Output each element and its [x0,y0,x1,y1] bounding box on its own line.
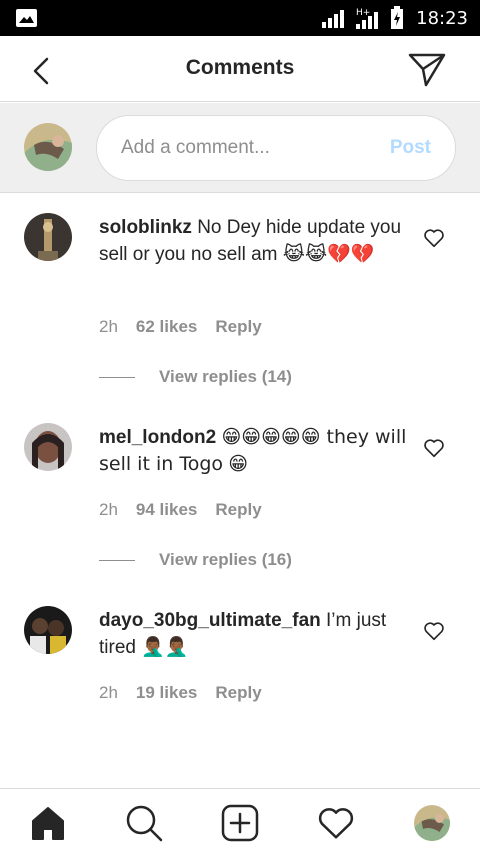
signal-h-plus-icon: H+ [356,8,379,29]
comment-meta: 2h 62 likes Reply [99,317,262,337]
view-replies-button[interactable]: View replies (14) [99,367,292,387]
heart-outline-icon [424,229,444,248]
reply-button[interactable]: Reply [215,317,261,337]
heart-outline-icon [424,622,444,641]
nav-new-post[interactable] [220,803,260,843]
clock: 18:23 [416,7,468,29]
status-bar: H+ 18:23 [0,0,480,36]
paper-plane-icon [408,53,446,87]
comment-likes[interactable]: 94 likes [136,500,197,520]
gallery-notification-icon [16,9,37,27]
view-replies-label: View replies (16) [159,550,292,569]
signal-icon [322,10,345,28]
reply-button[interactable]: Reply [215,683,261,703]
bottom-navigation [0,788,480,854]
home-icon [32,807,64,840]
heart-outline-icon [424,439,444,458]
comment-username[interactable]: mel_london2 [99,427,216,448]
view-replies-button[interactable]: View replies (16) [99,550,292,570]
comment-time: 2h [99,683,118,702]
divider-line [99,376,135,378]
nav-home[interactable] [28,803,68,843]
profile-avatar [414,805,450,841]
comment-username[interactable]: soloblinkz [99,217,192,238]
comment-username[interactable]: dayo_30bg_ultimate_fan [99,610,321,631]
comment-text: soloblinkz No Dey hide update you sell o… [99,214,409,268]
comment-meta: 2h 94 likes Reply [99,500,262,520]
comment-text: mel_london2 😁😁😁😁😁 they will sell it in T… [99,424,409,478]
search-icon [126,805,163,842]
avatar[interactable] [24,606,72,654]
like-comment-button[interactable] [423,437,445,459]
comment-likes[interactable]: 19 likes [136,683,197,703]
nav-activity[interactable] [316,803,356,843]
add-post-icon [221,804,259,842]
view-replies-label: View replies (14) [159,367,292,386]
post-button[interactable]: Post [390,137,431,159]
comment-emojis: 😁 [228,453,249,475]
avatar[interactable] [24,213,72,261]
comment-likes[interactable]: 62 likes [136,317,197,337]
header: Comments [0,36,480,102]
battery-charging-icon [391,6,404,29]
comment-emojis: 🤦🏾‍♂️🤦🏾‍♂️ [141,636,189,658]
comment-input[interactable] [121,137,390,159]
comment-input-box: Post [96,115,456,181]
activity-heart-icon [318,808,354,839]
like-comment-button[interactable] [423,227,445,249]
share-button[interactable] [408,52,446,88]
divider-line [99,559,135,561]
like-comment-button[interactable] [423,620,445,642]
comment-text: dayo_30bg_ultimate_fan I’m just tired 🤦🏾… [99,607,409,661]
comment-meta: 2h 19 likes Reply [99,683,262,703]
comment-composer: Post [0,103,480,193]
current-user-avatar [24,123,72,171]
comment-emojis: 😹😹💔💔 [282,243,375,265]
comment-time: 2h [99,500,118,519]
nav-profile[interactable] [412,803,452,843]
avatar[interactable] [24,423,72,471]
reply-button[interactable]: Reply [215,500,261,520]
comment-time: 2h [99,317,118,336]
nav-search[interactable] [124,803,164,843]
status-indicators: H+ 18:23 [322,0,468,36]
